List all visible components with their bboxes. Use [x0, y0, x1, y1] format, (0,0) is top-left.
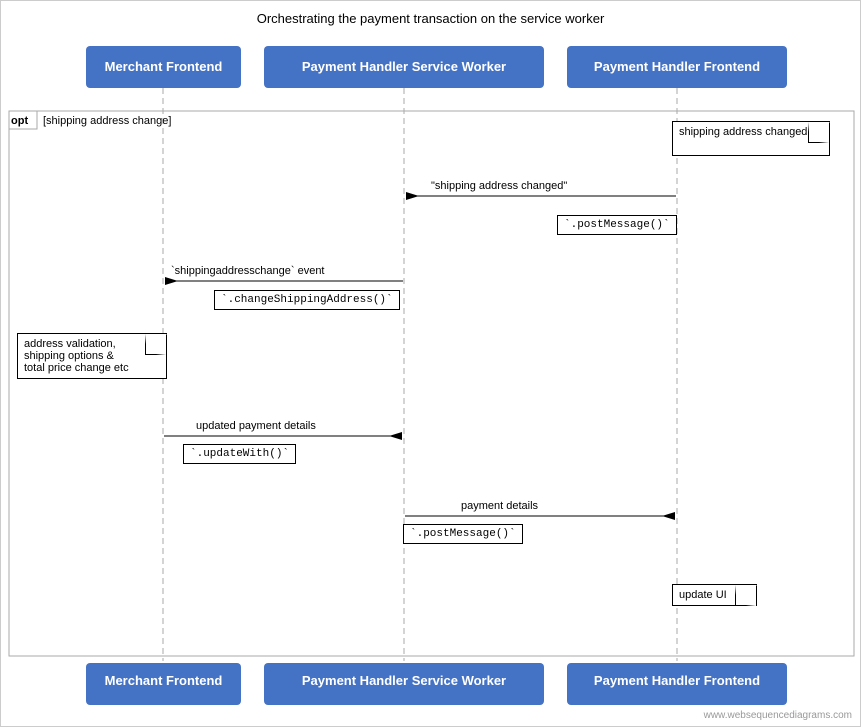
svg-text:`shippingaddresschange` event: `shippingaddresschange` event	[171, 265, 325, 277]
svg-text:[shipping address change]: [shipping address change]	[43, 115, 171, 127]
svg-text:opt: opt	[11, 115, 28, 127]
actor-phsw: Payment Handler Service Worker	[264, 46, 544, 88]
note-address-validation: address validation,shipping options &tot…	[17, 333, 167, 379]
actor-bottom-phsw-bot: Payment Handler Service Worker	[264, 663, 544, 705]
note-update-ui: update UI	[672, 584, 757, 606]
svg-text:updated payment details: updated payment details	[196, 420, 316, 432]
note-shipping-changed: shipping address changed	[672, 121, 830, 156]
actor-bottom-merchant-bot: Merchant Frontend	[86, 663, 241, 705]
actor-phf: Payment Handler Frontend	[567, 46, 787, 88]
svg-text:"shipping address changed": "shipping address changed"	[431, 180, 567, 192]
watermark: www.websequencediagrams.com	[704, 710, 852, 721]
dogear-3	[747, 585, 757, 595]
svg-text:payment details: payment details	[461, 500, 539, 512]
actor-bottom-phf-bot: Payment Handler Frontend	[567, 663, 787, 705]
dogear-1	[820, 122, 830, 132]
dogear-2	[157, 334, 167, 344]
diagram-title: Orchestrating the payment transaction on…	[1, 1, 860, 26]
diagram-container: Orchestrating the payment transaction on…	[0, 0, 861, 727]
method-update-with: `.updateWith()`	[183, 444, 296, 464]
actor-merchant: Merchant Frontend	[86, 46, 241, 88]
method-post-message-1: `.postMessage()`	[557, 215, 677, 235]
method-post-message-2: `.postMessage()`	[403, 524, 523, 544]
method-change-shipping: `.changeShippingAddress()`	[214, 290, 400, 310]
